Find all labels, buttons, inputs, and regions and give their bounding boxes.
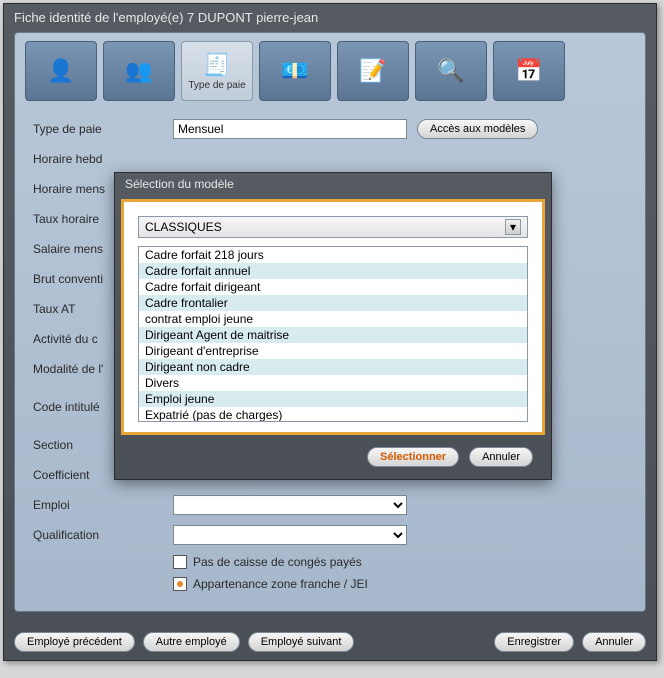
other-employee-button[interactable]: Autre employé [143, 632, 240, 652]
model-list-item[interactable]: Cadre forfait 218 jours [139, 247, 527, 263]
modal-footer: Sélectionner Annuler [115, 439, 551, 479]
chevron-down-icon: ▾ [505, 219, 521, 235]
people-icon: 👥 [125, 58, 152, 84]
tab-search[interactable]: 🔍 [415, 41, 487, 101]
prev-employee-button[interactable]: Employé précédent [14, 632, 135, 652]
model-list-item[interactable]: Dirigeant d'entreprise [139, 343, 527, 359]
modal-body: CLASSIQUES ▾ Cadre forfait 218 joursCadr… [121, 199, 545, 435]
tab-person[interactable]: 👤 [25, 41, 97, 101]
notepad-icon: 📝 [359, 58, 386, 84]
model-list-item[interactable]: Emploi jeune [139, 391, 527, 407]
save-button[interactable]: Enregistrer [494, 632, 574, 652]
person-icon: 👤 [47, 58, 74, 84]
model-list-item[interactable]: Cadre forfait dirigeant [139, 279, 527, 295]
model-list-item[interactable]: Cadre frontalier [139, 295, 527, 311]
qualification-label: Qualification [33, 528, 173, 542]
tab-people[interactable]: 👥 [103, 41, 175, 101]
next-employee-button[interactable]: Employé suivant [248, 632, 355, 652]
category-select-value: CLASSIQUES [145, 220, 222, 234]
tab-calendar[interactable]: 📅 [493, 41, 565, 101]
modal-cancel-button[interactable]: Annuler [469, 447, 533, 467]
model-list-item[interactable]: Dirigeant Agent de maitrise [139, 327, 527, 343]
search-icon: 🔍 [437, 58, 464, 84]
tab-notes[interactable]: 📝 [337, 41, 409, 101]
model-list-item[interactable]: Divers [139, 375, 527, 391]
model-list-item[interactable]: Cadre forfait annuel [139, 263, 527, 279]
tab-type-paie[interactable]: 🧾 Type de paie [181, 41, 253, 101]
footer-bar: Employé précédent Autre employé Employé … [14, 632, 646, 652]
type-paie-label: Type de paie [33, 122, 173, 136]
document-icon: 🧾 [203, 52, 230, 78]
emploi-select[interactable] [173, 495, 407, 515]
emploi-label: Emploi [33, 498, 173, 512]
select-button[interactable]: Sélectionner [367, 447, 459, 467]
acces-modeles-button[interactable]: Accès aux modèles [417, 119, 538, 139]
model-list-item[interactable]: contrat emploi jeune [139, 311, 527, 327]
model-list[interactable]: Cadre forfait 218 joursCadre forfait ann… [138, 246, 528, 422]
horaire-hebdo-label: Horaire hebd [33, 152, 173, 166]
checkbox-zone-franche-label: Appartenance zone franche / JEI [193, 577, 368, 591]
tab-bar: 👤 👥 🧾 Type de paie 💶 📝 🔍 📅 [15, 33, 645, 101]
model-list-item[interactable]: Expatrié (pas de charges) [139, 407, 527, 422]
money-icon: 💶 [281, 58, 308, 84]
tab-type-paie-label: Type de paie [188, 80, 245, 91]
model-list-item[interactable]: Dirigeant non cadre [139, 359, 527, 375]
qualification-select[interactable] [173, 525, 407, 545]
cancel-button[interactable]: Annuler [582, 632, 646, 652]
model-selection-dialog: Sélection du modèle CLASSIQUES ▾ Cadre f… [114, 172, 552, 480]
calendar-icon: 📅 [515, 58, 542, 84]
checkbox-caisse[interactable] [173, 555, 187, 569]
checkbox-zone-franche[interactable] [173, 577, 187, 591]
tab-money[interactable]: 💶 [259, 41, 331, 101]
checkbox-caisse-label: Pas de caisse de congés payés [193, 555, 362, 569]
window-title: Fiche identité de l'employé(e) 7 DUPONT … [4, 4, 656, 32]
type-paie-input[interactable] [173, 119, 407, 139]
category-select[interactable]: CLASSIQUES ▾ [138, 216, 528, 238]
modal-title: Sélection du modèle [115, 173, 551, 195]
